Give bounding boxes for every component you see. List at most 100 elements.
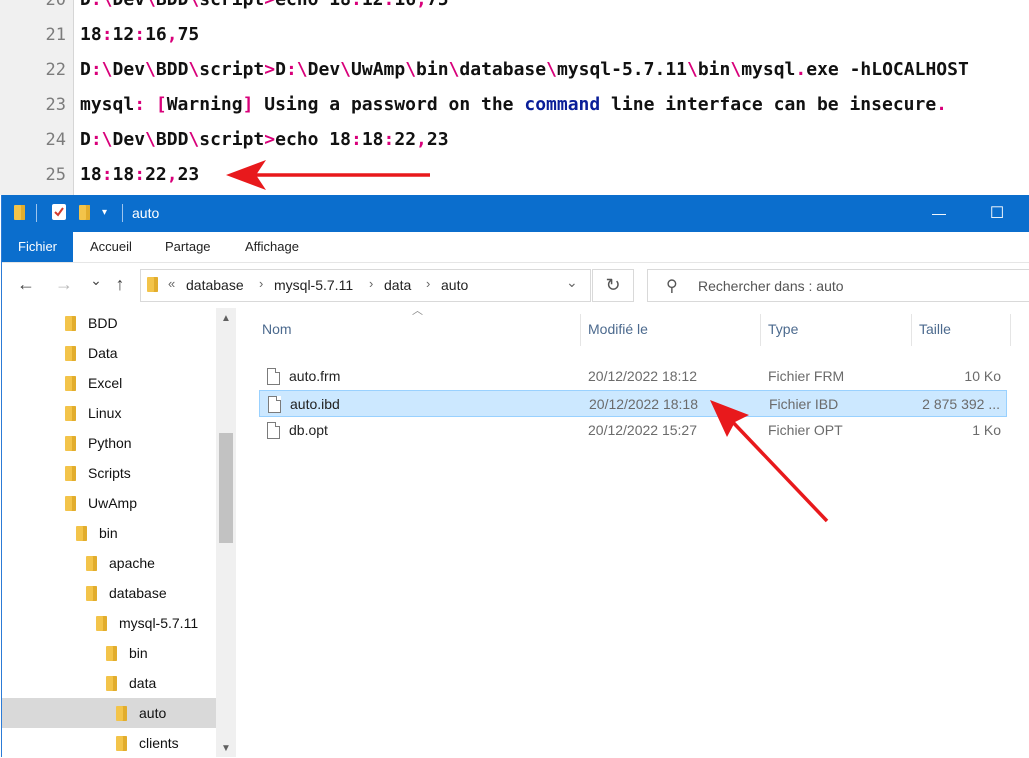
file-size: 1 Ko: [972, 422, 1001, 438]
tab-accueil[interactable]: Accueil: [90, 232, 132, 262]
column-divider[interactable]: [911, 314, 912, 346]
folder-icon: [65, 466, 76, 481]
scroll-down-arrow-icon[interactable]: ▼: [216, 743, 236, 754]
tree-item-data[interactable]: Data: [2, 338, 216, 368]
tree-item-uwamp[interactable]: UwAmp: [2, 488, 216, 518]
tab-affichage[interactable]: Affichage: [245, 232, 299, 262]
column-header-modifie[interactable]: Modifié le: [588, 308, 648, 350]
breadcrumb-data[interactable]: data: [384, 277, 411, 293]
column-header-nom[interactable]: Nom: [262, 308, 292, 350]
tree-item-database[interactable]: database: [2, 578, 216, 608]
code-line: 21 18:12:16,75: [0, 17, 1029, 53]
scroll-up-arrow-icon[interactable]: ▲: [216, 313, 236, 324]
tree-item-clients[interactable]: clients: [2, 728, 216, 758]
tree-item-scripts[interactable]: Scripts: [2, 458, 216, 488]
code-text: 18:18:22,23: [80, 157, 199, 193]
tree-item-label: apache: [109, 555, 155, 571]
divider: [122, 204, 123, 222]
up-arrow-icon[interactable]: ↑: [108, 272, 132, 296]
file-row[interactable]: db.opt 20/12/2022 15:27 Fichier OPT 1 Ko: [259, 417, 1007, 444]
tree-item-bdd[interactable]: BDD: [2, 308, 216, 338]
code-token: \: [188, 59, 200, 80]
address-bar[interactable]: « database › mysql-5.7.11 › data › auto …: [140, 269, 591, 302]
navigation-pane-scrollbar[interactable]: ▲ ▼: [216, 308, 236, 757]
folder-icon: [65, 346, 76, 361]
column-divider[interactable]: [580, 314, 581, 346]
code-text: D:\Dev\BDD\script>echo 18:18:22,23: [80, 122, 449, 158]
code-token: :: [134, 164, 146, 185]
file-name: db.opt: [289, 422, 328, 438]
code-token: 18: [80, 164, 102, 185]
code-editor: 20D:\Dev\BDD\script>echo 18:12:16,752118…: [0, 0, 1029, 195]
code-token: 18: [80, 24, 102, 45]
file-row[interactable]: auto.frm 20/12/2022 18:12 Fichier FRM 10 Ko: [259, 363, 1007, 390]
code-text: D:\Dev\BDD\script>echo 18:12:16,75: [80, 0, 449, 18]
search-icon: ⚲: [666, 278, 678, 295]
code-token: 23: [426, 129, 449, 150]
back-arrow-icon[interactable]: ←: [14, 272, 38, 296]
tree-item-bin[interactable]: bin: [2, 638, 216, 668]
recent-locations-chevron-icon[interactable]: ⌄: [84, 268, 108, 292]
tab-fichier[interactable]: Fichier: [2, 232, 74, 262]
quick-access-dropdown-icon[interactable]: ▾: [102, 207, 107, 218]
tab-partage[interactable]: Partage: [165, 232, 211, 262]
tree-item-python[interactable]: Python: [2, 428, 216, 458]
code-token: ]: [242, 94, 254, 115]
tree-item-mysql-5-7-11[interactable]: mysql-5.7.11: [2, 608, 216, 638]
code-token: 12: [112, 24, 135, 45]
code-token: :: [383, 129, 395, 150]
scrollbar-thumb[interactable]: [219, 433, 233, 543]
breadcrumb-auto[interactable]: auto: [441, 277, 468, 293]
code-line: 23 mysql: [Warning] Using a password on t…: [0, 87, 1029, 123]
column-divider[interactable]: [1010, 314, 1011, 346]
file-row[interactable]: auto.ibd 20/12/2022 18:18 Fichier IBD 2 875…: [259, 390, 1007, 417]
code-token: .: [936, 94, 948, 115]
code-line: 24 D:\Dev\BDD\script>echo 18:18:22,23: [0, 122, 1029, 158]
breadcrumb-separator-icon: ›: [426, 276, 431, 291]
tree-item-linux[interactable]: Linux: [2, 398, 216, 428]
code-token: >: [264, 129, 276, 150]
maximize-button[interactable]: ☐: [974, 195, 1020, 232]
search-input[interactable]: ⚲ Rechercher dans : auto: [647, 269, 1029, 302]
code-token: \: [546, 59, 557, 80]
tree-item-label: Scripts: [88, 465, 131, 481]
code-token: D: [80, 0, 91, 10]
tree-item-label: Python: [88, 435, 132, 451]
tree-item-data[interactable]: data: [2, 668, 216, 698]
column-header-type[interactable]: Type: [768, 308, 798, 350]
code-token: :\: [91, 0, 113, 10]
code-token: echo 18: [275, 129, 351, 150]
column-divider[interactable]: [760, 314, 761, 346]
file-name: auto.ibd: [290, 396, 340, 412]
tree-item-bin[interactable]: bin: [2, 518, 216, 548]
breadcrumb-database[interactable]: database: [186, 277, 244, 293]
file-modified: 20/12/2022 18:12: [588, 368, 697, 384]
breadcrumb-mysql[interactable]: mysql-5.7.11: [274, 277, 353, 293]
folder-icon: [106, 676, 117, 691]
file-list: ︿ Nom Modifié le Type Taille auto.frm 20/…: [240, 305, 1029, 757]
tree-item-excel[interactable]: Excel: [2, 368, 216, 398]
refresh-button[interactable]: ↻: [592, 269, 634, 302]
tree-item-apache[interactable]: apache: [2, 548, 216, 578]
code-token: ,: [416, 0, 427, 10]
breadcrumb-separator-icon: ›: [369, 276, 374, 291]
minimize-button[interactable]: —: [916, 195, 962, 232]
code-token: :: [134, 24, 146, 45]
forward-arrow-icon[interactable]: →: [52, 272, 76, 296]
code-token: line interface can be insecure: [600, 94, 937, 115]
tree-item-label: data: [129, 675, 157, 691]
address-dropdown-chevron-icon[interactable]: ⌄: [566, 274, 578, 291]
tree-item-label: auto: [139, 705, 167, 721]
tree-item-auto[interactable]: auto: [2, 698, 216, 728]
code-token: D: [80, 129, 91, 150]
code-token: \: [145, 59, 156, 80]
code-token: Using a password on the: [253, 94, 525, 115]
new-folder-icon[interactable]: [79, 205, 90, 225]
properties-icon[interactable]: [52, 204, 66, 220]
code-token: 18: [112, 164, 135, 185]
column-header-taille[interactable]: Taille: [919, 308, 951, 350]
overflow-chevron-icon[interactable]: «: [168, 276, 175, 291]
code-token: :\: [90, 129, 113, 150]
code-token: \: [687, 59, 698, 80]
code-token: ,: [416, 129, 427, 150]
